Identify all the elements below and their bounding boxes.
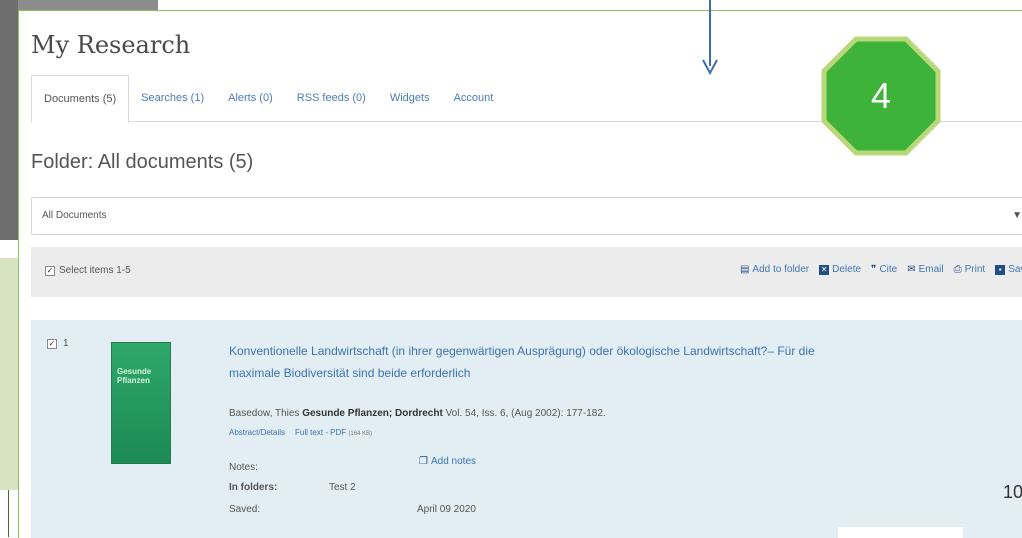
step-number: 4 [870,75,892,116]
cite-button[interactable]: ❞ Cite [871,264,897,275]
save-label: Save [1008,264,1022,275]
result-item: ✓ 1 Gesunde Pflanzen Konventionelle Land… [31,320,1022,538]
journal-cover-thumbnail[interactable]: Gesunde Pflanzen [111,342,171,464]
result-citation: Vol. 54, Iss. 6, (Aug 2002): 177-182. [445,408,606,419]
saved-label: Saved: [229,504,261,515]
add-to-folder-label: Add to folder [752,264,810,275]
select-all[interactable]: ✓ Select items 1-5 [45,265,131,276]
quote-icon: ❞ [871,264,877,275]
folder-select[interactable]: All Documents ▼ [31,197,1022,235]
tab-rss-feeds[interactable]: RSS feeds (0) [285,75,378,121]
add-notes-button[interactable]: ❐ Add notes [419,456,476,467]
add-notes-label: Add notes [430,456,477,467]
result-number: 1 [63,338,69,349]
in-folders-label: In folders: [229,482,278,493]
folder-select-value: All Documents [42,210,107,221]
email-button[interactable]: ✉ Email [907,264,943,275]
result-author: Basedow, Thies [229,408,300,419]
result-source: Gesunde Pflanzen; Dordrecht [302,408,443,419]
background-slide-strip [0,0,18,240]
tab-widgets[interactable]: Widgets [378,75,442,121]
cover-title: Gesunde Pflanzen [117,367,152,385]
notes-label: Notes: [229,462,258,473]
chevron-down-icon: ▼ [1012,210,1022,221]
in-folders-value: Test 2 [329,482,356,493]
floppy-disk-icon: ▪ [995,264,1006,275]
full-text-size: (164 KB) [348,431,373,437]
folders-row: In folders: Test 2 [229,482,356,493]
folder-icon: ▤ [739,264,750,275]
blank-button-area [838,527,963,538]
saved-row: Saved: April 09 2020 [229,504,476,515]
envelope-icon: ✉ [907,264,916,275]
results-toolbar: ✓ Select items 1-5 ▤ Add to folder ✕ Del… [31,247,1022,297]
result-links: Abstract/Details Full text - PDF (164 KB… [229,428,372,437]
arrow-down-icon [702,59,718,76]
slide-page-number: 10 [1002,482,1022,502]
delete-button[interactable]: ✕ Delete [819,264,861,275]
tab-account[interactable]: Account [442,75,506,121]
delete-label: Delete [832,264,862,275]
background-slide-line [8,490,9,537]
folder-title: Folder: All documents (5) [31,151,254,173]
printer-icon: ⎙ [953,264,962,275]
delete-icon: ✕ [819,264,830,275]
notes-row: Notes: [229,462,258,473]
result-select[interactable]: ✓ 1 [47,338,69,349]
result-checkbox[interactable]: ✓ [47,338,57,349]
tab-alerts[interactable]: Alerts (0) [216,75,285,121]
toolbar-actions: ▤ Add to folder ✕ Delete ❞ Cite ✉ Email … [740,264,1022,275]
tab-documents[interactable]: Documents (5) [31,75,130,123]
result-title-link[interactable]: Konventionelle Landwirtschaft (in ihrer … [229,340,869,384]
save-button[interactable]: ▪ Save [995,264,1022,275]
add-to-folder-button[interactable]: ▤ Add to folder [740,264,809,275]
saved-date: April 09 2020 [417,504,476,515]
background-slide-panel [0,258,19,490]
cite-label: Cite [879,264,898,275]
full-text-pdf-label: Full text - PDF [295,428,347,437]
notes-icon: ❐ [419,456,428,467]
result-metadata: Basedow, Thies Gesunde Pflanzen; Dordrec… [229,408,606,419]
full-text-pdf-link[interactable]: Full text - PDF (164 KB) [295,428,372,437]
select-all-checkbox[interactable]: ✓ [45,265,55,276]
tab-searches[interactable]: Searches (1) [129,75,216,121]
print-button[interactable]: ⎙ Print [954,264,986,275]
print-label: Print [964,264,986,275]
abstract-details-link[interactable]: Abstract/Details [229,428,285,437]
annotation-arrow-line [709,0,711,66]
page-title: My Research [31,31,191,59]
email-label: Email [918,264,944,275]
select-all-label: Select items 1-5 [59,265,131,276]
